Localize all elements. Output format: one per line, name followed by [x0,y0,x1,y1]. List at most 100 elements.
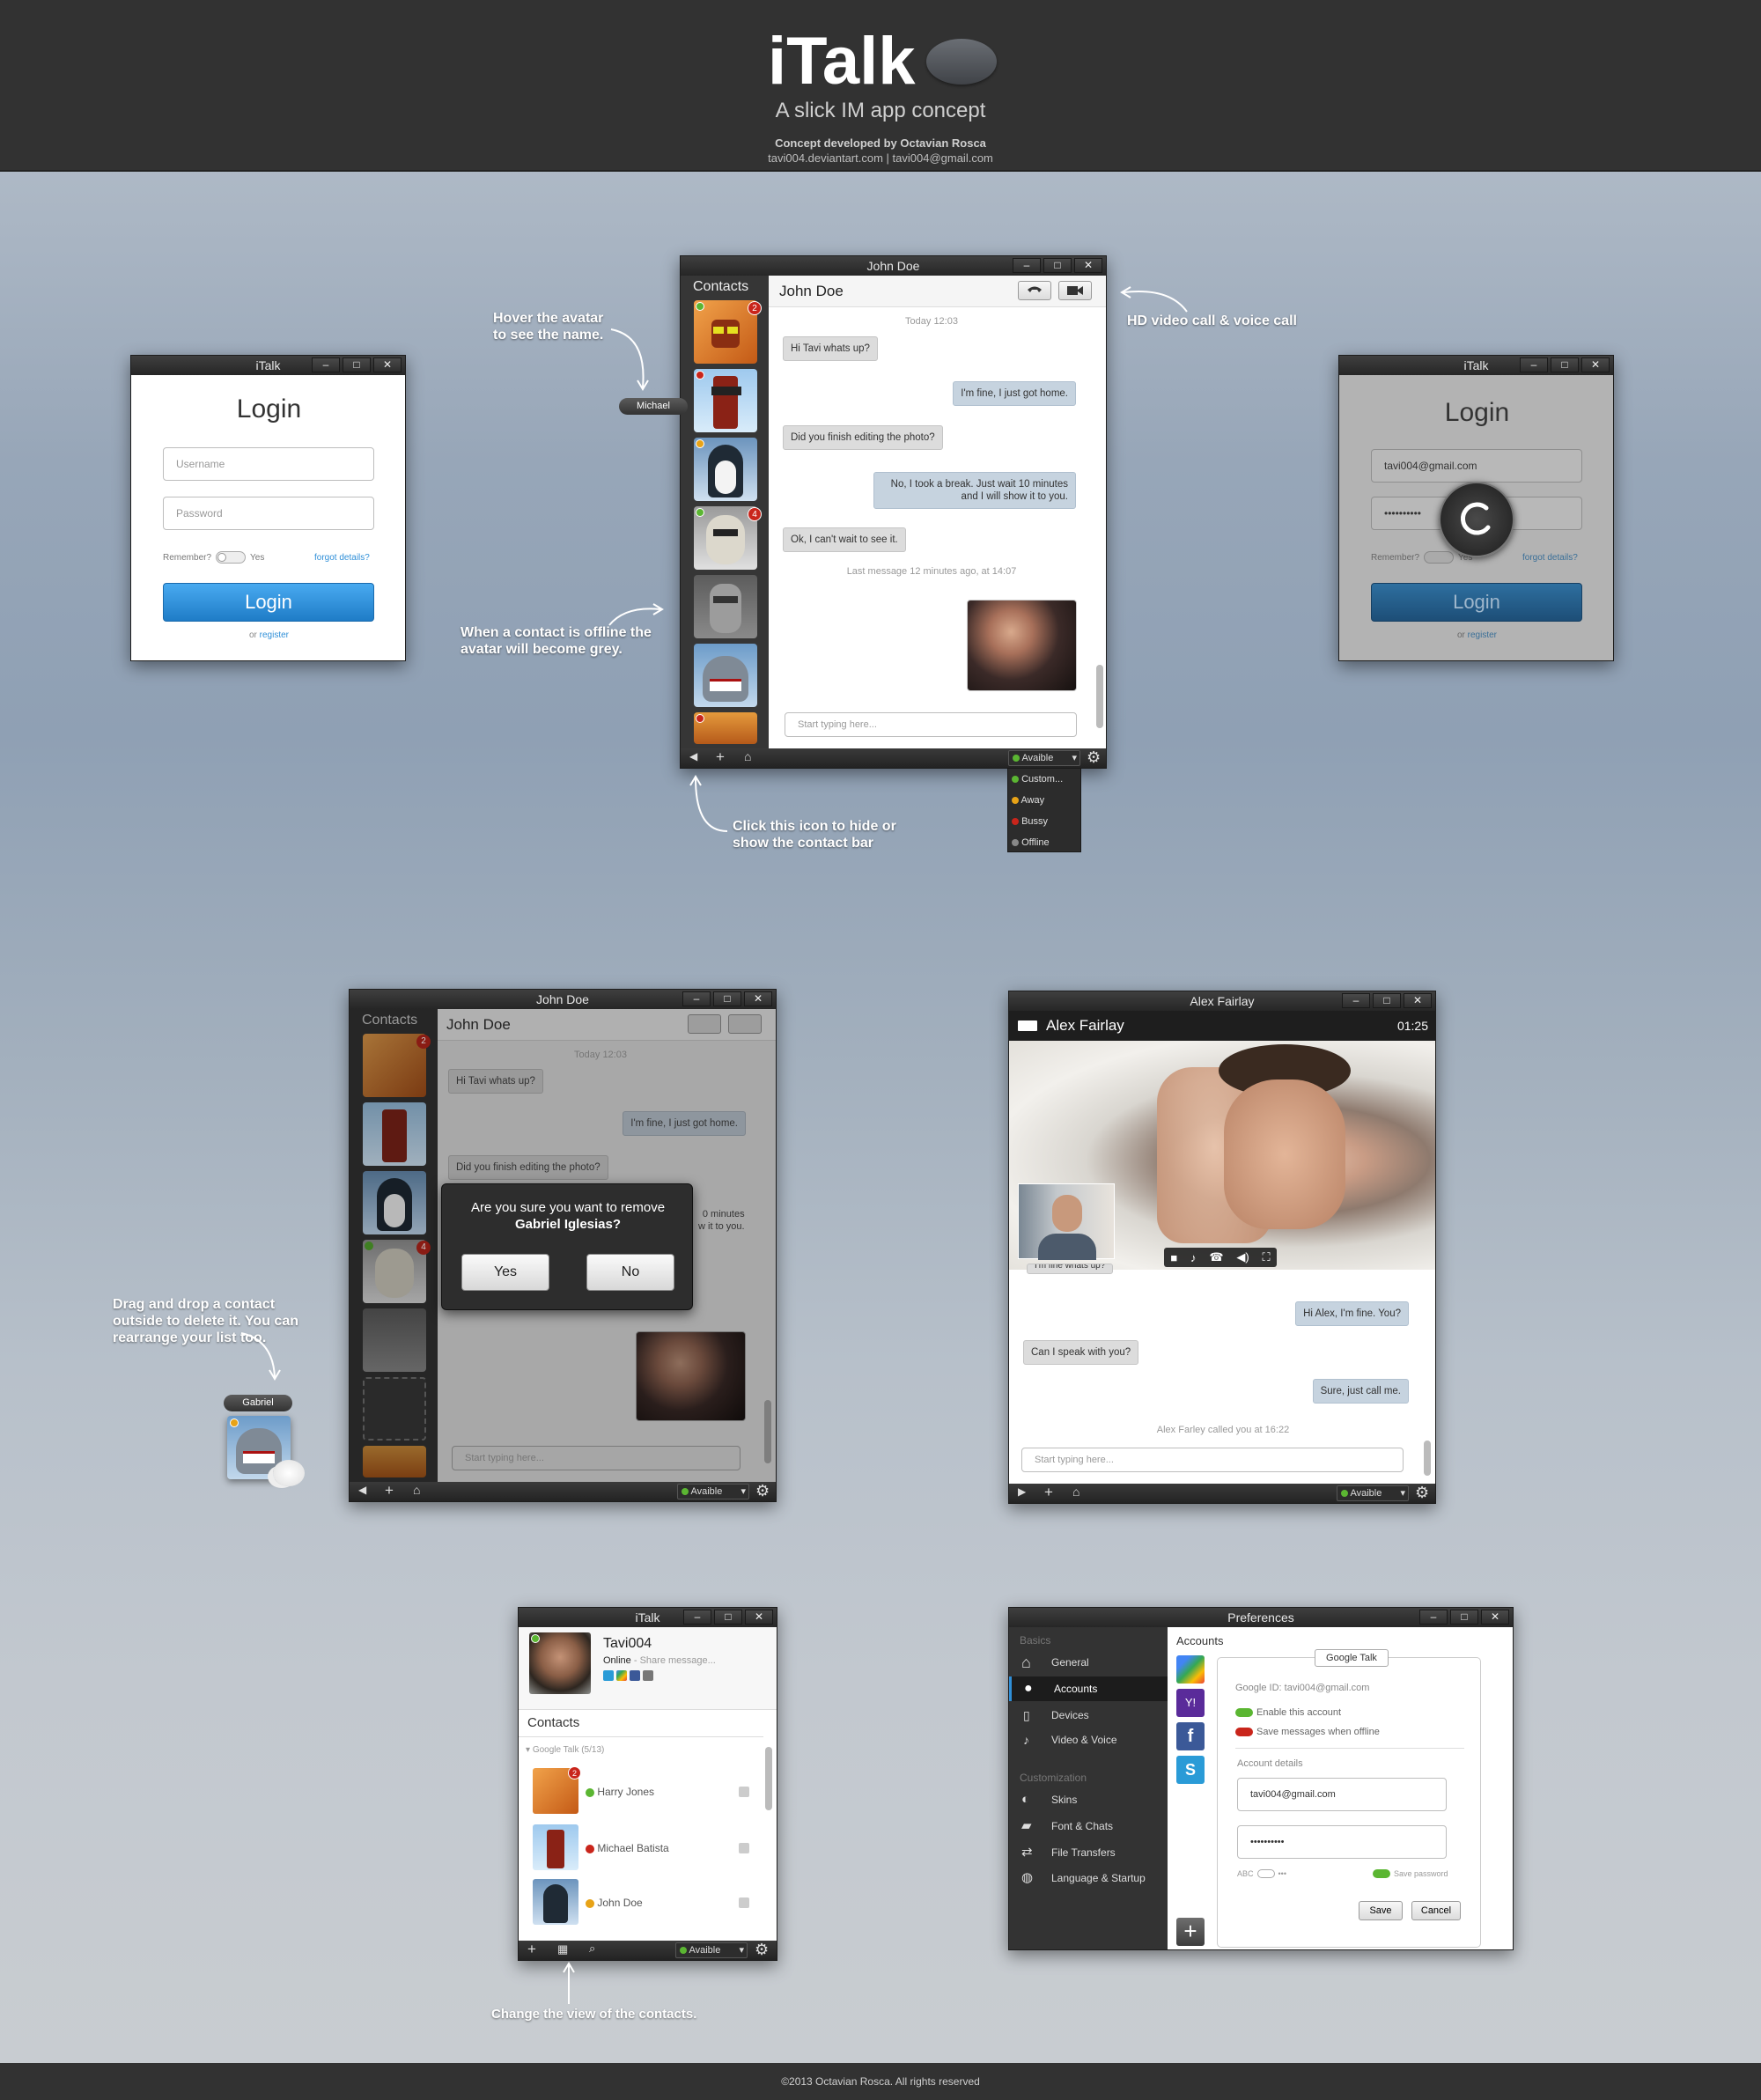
dialog-yes-button[interactable]: Yes [461,1254,549,1291]
remember-toggle[interactable] [216,551,247,564]
close-button[interactable]: ✕ [373,357,402,372]
status-option[interactable]: Bussy [1008,811,1080,832]
maximize-button[interactable]: □ [1043,258,1072,273]
status-selector[interactable]: Avaible ▾ [1337,1485,1409,1501]
abc-toggle[interactable] [1256,1869,1275,1878]
yahoo-account-icon[interactable]: Y! [1176,1689,1205,1717]
grid-view-icon[interactable]: ▦ [557,1942,568,1956]
status-selector[interactable]: Avaible ▾ [675,1942,748,1958]
forgot-link[interactable]: forgot details? [1522,553,1578,563]
cancel-button[interactable]: Cancel [1411,1901,1461,1920]
gear-icon[interactable]: ⚙ [1087,748,1101,767]
status-option[interactable]: Offline [1008,832,1080,853]
maximize-button[interactable]: □ [714,1610,742,1625]
save-offline-toggle[interactable] [1235,1728,1253,1736]
contact-avatar-offline[interactable] [363,1308,426,1372]
save-button[interactable]: Save [1359,1901,1403,1920]
gear-icon[interactable]: ⚙ [1415,1484,1429,1502]
close-button[interactable]: ✕ [1481,1610,1509,1625]
gear-icon[interactable]: ⚙ [755,1941,769,1959]
add-contact-icon[interactable]: + [1044,1484,1053,1501]
shared-photo[interactable] [967,600,1077,691]
minimize-button[interactable]: – [312,357,340,372]
minimize-button[interactable]: – [1342,993,1370,1008]
microphone-icon[interactable]: ♪ [1190,1251,1197,1264]
message-input[interactable]: Start typing here... [785,712,1077,737]
chat-scrollbar[interactable] [1096,665,1103,728]
minimize-button[interactable]: – [682,991,711,1006]
empty-contact-slot[interactable] [363,1377,426,1441]
username-input[interactable]: tavi004@gmail.com [1371,449,1582,483]
google-icon[interactable] [616,1670,627,1681]
google-account-icon[interactable] [1176,1655,1205,1684]
home-icon[interactable]: ⌂ [744,749,751,763]
sidebar-item-accounts[interactable]: ● Accounts [1009,1676,1168,1701]
forgot-link[interactable]: forgot details? [314,553,370,563]
register-link[interactable]: register [260,630,289,640]
enable-account-toggle[interactable] [1235,1708,1253,1717]
status-option[interactable]: Away [1008,790,1080,811]
sidebar-item-language-startup[interactable]: ◍ Language & Startup [1009,1866,1168,1890]
password-field[interactable]: •••••••••• [1237,1825,1447,1859]
save-password-toggle[interactable] [1373,1869,1390,1878]
close-button[interactable]: ✕ [1074,258,1102,273]
contact-avatar[interactable] [694,369,757,432]
minimize-button[interactable]: – [1520,357,1548,372]
contact-avatar[interactable] [363,1102,426,1166]
contact-avatar[interactable] [363,1446,426,1477]
sidebar-item-video-voice[interactable]: ♪ Video & Voice [1009,1728,1168,1752]
home-icon[interactable]: ⌂ [1072,1485,1079,1499]
share-message-field[interactable]: Share message... [640,1655,716,1666]
camera-toggle-icon[interactable]: ■ [1170,1251,1177,1264]
contact-avatar[interactable] [694,438,757,501]
presence-status[interactable]: Online [603,1655,631,1666]
close-button[interactable]: ✕ [1581,357,1610,372]
add-contact-icon[interactable]: + [527,1941,536,1958]
dialog-no-button[interactable]: No [586,1254,674,1291]
maximize-button[interactable]: □ [1551,357,1579,372]
skype-account-icon[interactable]: S [1176,1756,1205,1784]
video-call-button[interactable] [728,1014,762,1034]
contact-avatar[interactable] [694,644,757,707]
toggle-contact-bar-icon[interactable]: ◀ [358,1484,366,1496]
hang-up-icon[interactable]: ☎ [1209,1250,1223,1264]
add-contact-icon[interactable]: + [716,748,725,766]
minimize-button[interactable]: – [1419,1610,1448,1625]
voice-call-button[interactable] [1018,281,1051,300]
close-button[interactable]: ✕ [1404,993,1432,1008]
sidebar-item-devices[interactable]: ▯ Devices [1009,1703,1168,1728]
login-button[interactable]: Login [1371,583,1582,622]
search-icon[interactable]: ⌕ [589,1942,595,1956]
status-selector[interactable]: Avaible ▾ [1008,750,1080,766]
tab-google-talk[interactable]: Google Talk [1315,1649,1389,1667]
contact-avatar-offline[interactable] [694,575,757,638]
maximize-button[interactable]: □ [1450,1610,1478,1625]
contact-avatar[interactable] [363,1171,426,1234]
minimize-button[interactable]: – [683,1610,711,1625]
voice-call-button[interactable] [688,1014,721,1034]
message-input[interactable]: Start typing here... [452,1446,741,1470]
facebook-icon[interactable] [630,1670,640,1681]
close-button[interactable]: ✕ [745,1610,773,1625]
status-option[interactable]: Custom... [1008,769,1080,790]
add-account-button[interactable]: + [1176,1918,1205,1946]
sidebar-item-font-chats[interactable]: ▰ Font & Chats [1009,1814,1168,1838]
login-button[interactable]: Login [163,583,374,622]
maximize-button[interactable]: □ [713,991,741,1006]
skype-icon[interactable] [603,1670,614,1681]
maximize-button[interactable]: □ [1373,993,1401,1008]
list-item[interactable]: John Doe [533,1877,753,1928]
maximize-button[interactable]: □ [343,357,371,372]
sidebar-item-file-transfers[interactable]: ⇄ File Transfers [1009,1840,1168,1865]
yahoo-icon[interactable] [643,1670,653,1681]
toggle-contact-bar-icon[interactable]: ▶ [1018,1485,1026,1498]
home-icon[interactable]: ⌂ [413,1483,420,1497]
volume-icon[interactable]: ◀) [1236,1250,1249,1264]
toggle-contact-bar-icon[interactable]: ◀ [689,750,697,763]
sidebar-item-general[interactable]: ⌂ General [1009,1650,1168,1675]
email-field[interactable]: tavi004@gmail.com [1237,1778,1447,1811]
chat-scrollbar[interactable] [1424,1441,1431,1476]
password-input[interactable]: Password [163,497,374,530]
contact-group-header[interactable]: ▾ Google Talk (5/13) [526,1745,604,1755]
shared-photo[interactable] [636,1331,746,1421]
